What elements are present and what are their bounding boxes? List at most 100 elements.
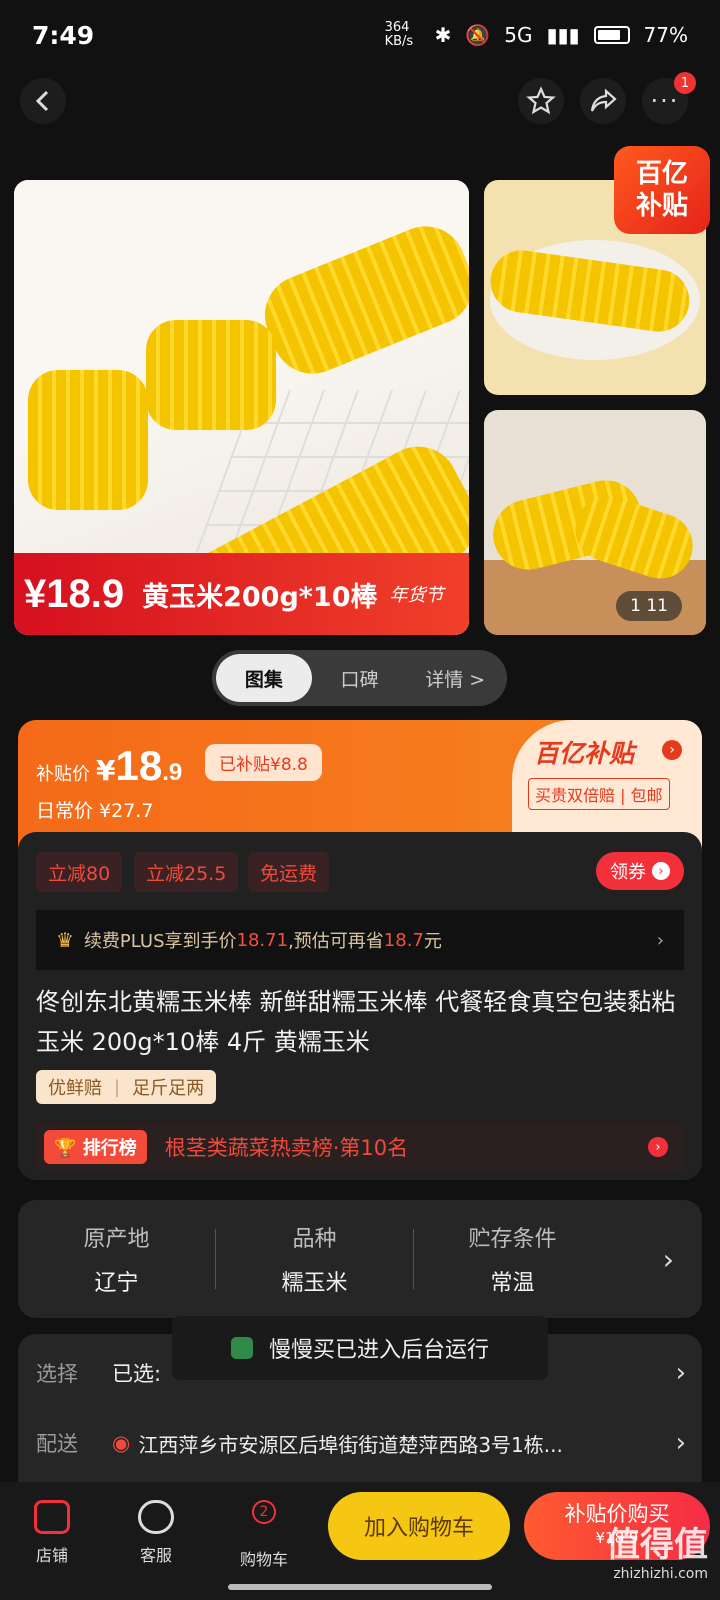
promo-chip[interactable]: 立减25.5 — [134, 852, 239, 892]
store-icon — [34, 1500, 70, 1534]
subsidy-corner-tag: 百亿 补贴 — [614, 146, 710, 234]
subsidy-price: 补贴价 ¥ 18 .9 — [36, 742, 182, 790]
watermark-url: zhizhizhi.com — [613, 1566, 708, 1582]
plus-text: 续费PLUS享到手价 — [83, 931, 237, 952]
media-tabs: 图集 口碑 详情 > — [212, 650, 507, 706]
plus-text: 元 — [423, 931, 442, 952]
plus-save: 18.7 — [383, 929, 424, 951]
network-type: 5G — [504, 23, 533, 47]
service-tag: 足斤足两 — [132, 1078, 205, 1099]
home-indicator[interactable] — [228, 1584, 492, 1590]
attributes-card[interactable]: 原产地 辽宁 品种 糯玉米 贮存条件 常温 › — [18, 1200, 702, 1318]
ranking-badge-label: 排行榜 — [82, 1138, 137, 1159]
cart-label: 购物车 — [239, 1550, 288, 1569]
strip-tag: 年货节 — [389, 585, 444, 606]
strip-price: ¥18.9 — [24, 571, 125, 616]
trophy-icon: 🏆 — [54, 1138, 77, 1159]
background-toast: 慢慢买已进入后台运行 — [172, 1316, 548, 1380]
attribute-origin: 原产地 辽宁 — [18, 1221, 215, 1297]
promo-chip[interactable]: 免运费 — [248, 852, 330, 892]
share-button[interactable] — [580, 78, 626, 124]
subsidy-price-label: 补贴价 — [36, 764, 90, 785]
select-label: 选择 — [36, 1362, 78, 1386]
corn-piece-image — [146, 320, 276, 430]
tab-gallery[interactable]: 图集 — [216, 654, 312, 702]
subsidy-brand: 百亿补贴 — [534, 739, 635, 768]
promo-chip[interactable]: 立减80 — [36, 852, 123, 892]
watermark: 值得值 zhizhizhi.com — [606, 1517, 708, 1582]
ranking-bar[interactable]: 🏆 排行榜 根茎类蔬菜热卖榜·第10名 › — [36, 1122, 684, 1172]
favorite-button[interactable] — [518, 78, 564, 124]
delivery-label: 配送 — [36, 1432, 78, 1456]
more-icon: ··· — [650, 87, 680, 115]
product-info-card: 立减80 立减25.5 免运费 领券 › ♛ 续费PLUS享到手价 18.71 … — [18, 832, 702, 1180]
coupon-label: 领券 — [610, 862, 646, 883]
delivery-address: 江西萍乡市安源区后埠街街道楚萍西路3号1栋... — [138, 1432, 563, 1457]
price-integer: 18 — [115, 742, 163, 789]
delivery-row[interactable]: 配送 ◉ 江西萍乡市安源区后埠街街道楚萍西路3号1栋... › — [36, 1428, 686, 1458]
chevron-right-icon: › — [662, 1242, 674, 1276]
battery-icon — [593, 26, 630, 44]
store-label: 店铺 — [35, 1546, 68, 1565]
image-counter: 1 11 — [616, 591, 682, 621]
chevron-right-icon: › — [662, 740, 682, 760]
side-image-2[interactable]: 1 11 — [484, 410, 706, 635]
ranking-text: 根茎类蔬菜热卖榜·第10名 — [164, 1136, 409, 1160]
back-button[interactable] — [20, 78, 66, 124]
attribute-key: 原产地 — [83, 1227, 150, 1252]
regular-price: 日常价 ¥27.7 — [36, 800, 154, 822]
battery-level: 77% — [643, 23, 688, 47]
tab-details[interactable]: 详情 > — [407, 654, 503, 702]
subsidy-tag-line2: 补贴 — [635, 191, 688, 221]
bottom-action-bar: 店铺 客服 2 购物车 加入购物车 补贴价购买 ¥18.9 值得值 zhizhi… — [0, 1482, 720, 1600]
status-bar: 7:49 364 KB/s ✱ 🔕 5G ▮▮▮ 77% — [0, 0, 720, 70]
add-to-cart-button[interactable]: 加入购物车 — [328, 1492, 510, 1560]
customer-service-icon — [138, 1500, 174, 1534]
service-tab[interactable]: 客服 — [116, 1500, 196, 1566]
network-speed: 364 KB/s — [384, 20, 414, 49]
attribute-storage: 贮存条件 常温 — [414, 1221, 611, 1297]
chevron-right-icon: › — [656, 929, 664, 951]
top-nav: ··· 1 — [0, 72, 720, 136]
chevron-right-icon: › — [675, 1428, 686, 1458]
ranking-badge: 🏆 排行榜 — [44, 1130, 147, 1164]
status-time: 7:49 — [32, 20, 95, 50]
plus-membership-bar[interactable]: ♛ 续费PLUS享到手价 18.71 ,预估可再省 18.7 元 › — [36, 910, 684, 970]
cart-badge: 2 — [252, 1500, 276, 1524]
star-icon — [526, 86, 556, 115]
more-button[interactable]: ··· 1 — [642, 72, 696, 124]
location-icon: ◉ — [112, 1431, 131, 1455]
chevron-right-icon: › — [652, 862, 670, 880]
attribute-key: 贮存条件 — [468, 1227, 557, 1252]
chevron-right-icon: › — [648, 1137, 668, 1157]
share-icon — [590, 88, 617, 112]
chevron-right-icon: › — [675, 1358, 686, 1388]
corn-piece-image — [28, 370, 148, 510]
service-label: 客服 — [139, 1546, 172, 1565]
main-product-image[interactable]: ¥18.9 黄玉米200g*10棒 年货节 — [14, 180, 469, 635]
attribute-value: 辽宁 — [94, 1271, 139, 1296]
service-tag: 优鲜赔 — [48, 1078, 102, 1099]
attribute-key: 品种 — [292, 1227, 337, 1252]
subsidy-guarantee: 买贵双倍赔 | 包邮 — [528, 778, 670, 810]
cart-tab[interactable]: 2 购物车 — [224, 1500, 304, 1570]
tab-reviews[interactable]: 口碑 — [312, 654, 408, 702]
app-icon — [230, 1337, 253, 1359]
store-tab[interactable]: 店铺 — [12, 1500, 92, 1566]
service-tags[interactable]: 优鲜赔 | 足斤足两 — [36, 1070, 217, 1104]
mute-icon: 🔕 — [465, 23, 491, 47]
back-icon — [35, 90, 49, 112]
get-coupon-button[interactable]: 领券 › — [596, 852, 684, 890]
product-gallery[interactable]: ¥18.9 黄玉米200g*10棒 年货节 1 11 — [0, 180, 720, 635]
bluetooth-icon: ✱ — [434, 23, 452, 47]
currency-symbol: ¥ — [96, 754, 116, 787]
watermark-logo: 值得值 — [606, 1525, 708, 1565]
price-decimal: .9 — [162, 759, 183, 786]
attribute-variety: 品种 糯玉米 — [216, 1221, 413, 1297]
more-badge: 1 — [674, 72, 696, 94]
subsidy-amount-badge: 已补贴¥8.8 — [205, 744, 322, 781]
attribute-value: 糯玉米 — [281, 1271, 348, 1296]
plus-text: ,预估可再省 — [288, 931, 384, 952]
attribute-value: 常温 — [490, 1271, 535, 1296]
product-title: 佟创东北黄糯玉米棒 新鲜甜糯玉米棒 代餐轻食真空包装黏粘玉米 200g*10棒 … — [36, 988, 676, 1056]
